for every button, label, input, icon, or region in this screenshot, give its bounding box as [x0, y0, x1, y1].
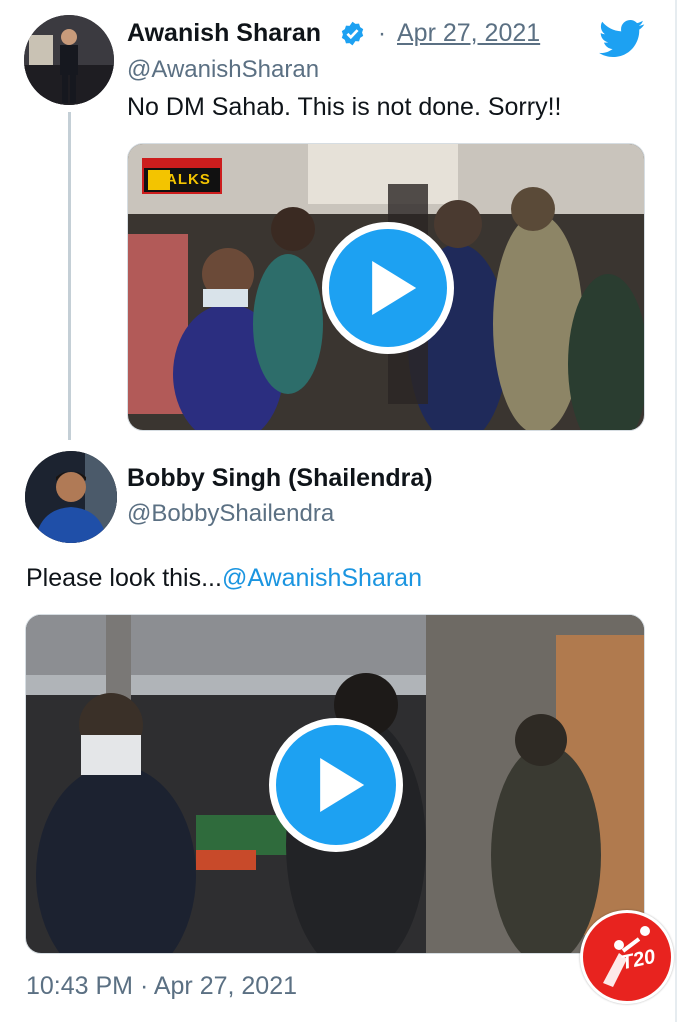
avatar[interactable] [25, 451, 117, 543]
verified-badge-icon [341, 21, 364, 46]
thread-connector [68, 112, 71, 440]
avatar[interactable] [24, 15, 114, 105]
author-name[interactable]: Bobby Singh (Shailendra) [127, 464, 433, 493]
mention-link[interactable]: @AwanishSharan [222, 564, 422, 592]
author-handle[interactable]: @AwanishSharan [127, 56, 319, 84]
author-handle[interactable]: @BobbyShailendra [127, 500, 334, 528]
play-button[interactable] [322, 222, 454, 354]
separator-dot: · [378, 20, 386, 47]
t20-watermark-logo: T20 [580, 910, 674, 1004]
tweet-date-link[interactable]: Apr 27, 2021 [397, 19, 540, 48]
twitter-bird-icon[interactable] [599, 19, 645, 59]
play-icon [372, 261, 417, 315]
tweet-card: Awanish Sharan · Apr 27, 2021 @AwanishSh… [0, 0, 677, 1022]
tweet-timestamp[interactable]: 10:43 PM · Apr 27, 2021 [26, 972, 297, 1001]
channel-logo: ALKS [142, 158, 222, 194]
author-name[interactable]: Awanish Sharan [127, 19, 321, 48]
tweet-body: Please look this... [26, 564, 222, 592]
channel-logo-text: ALKS [166, 171, 211, 188]
play-button[interactable] [269, 718, 403, 852]
play-icon [320, 758, 365, 812]
tweet-text: No DM Sahab. This is not done. Sorry!! [127, 93, 562, 121]
video-player[interactable] [25, 614, 645, 954]
video-player[interactable]: ALKS [127, 143, 645, 431]
tweet-text: Please look this...@AwanishSharan [26, 564, 422, 593]
